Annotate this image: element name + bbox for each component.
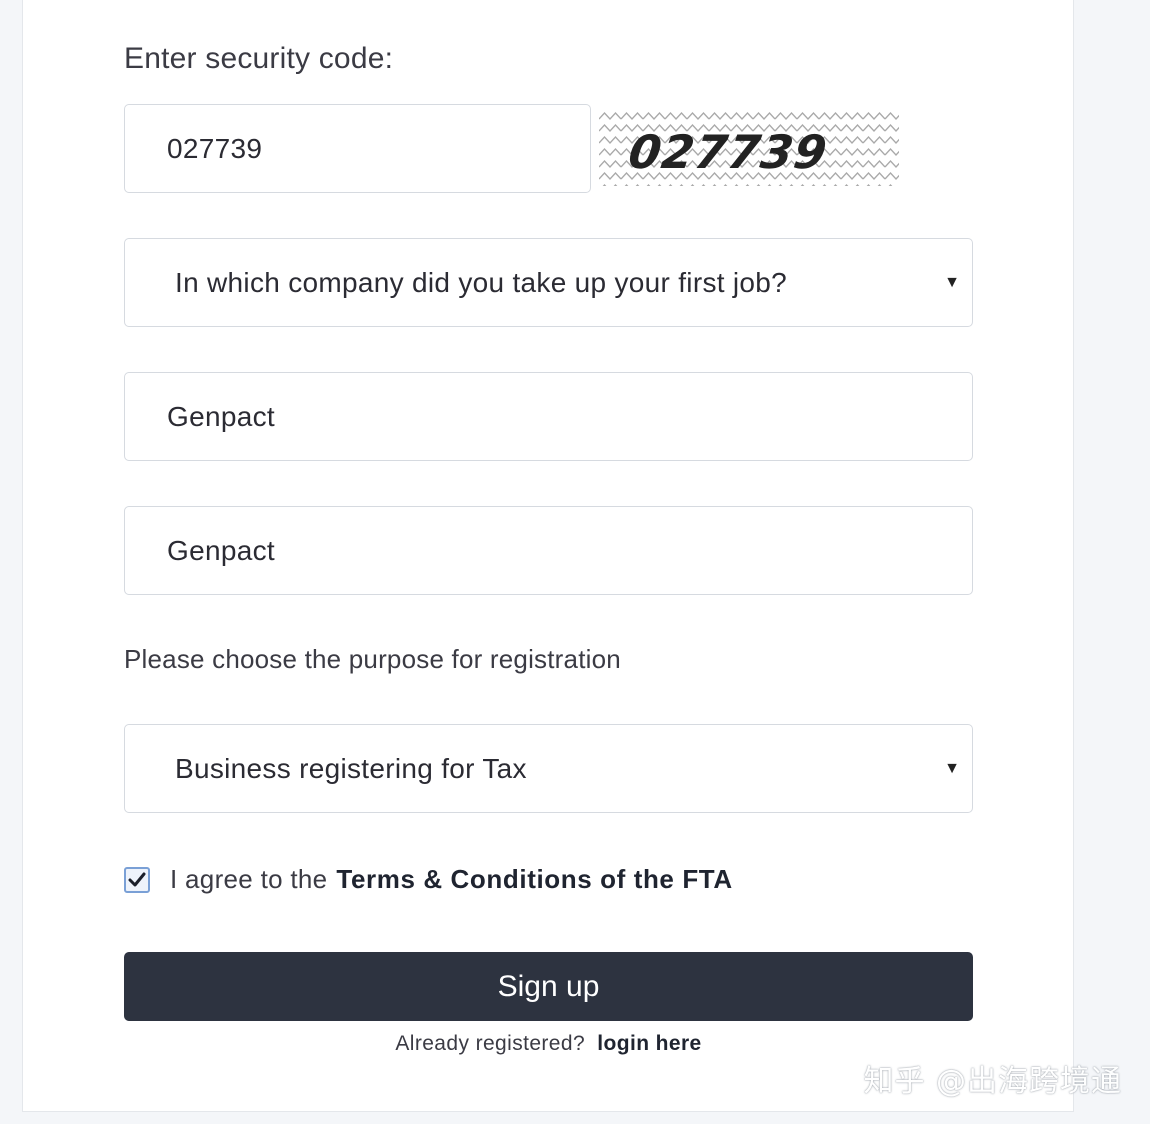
terms-conditions-link[interactable]: Terms & Conditions of the FTA — [336, 864, 732, 895]
sign-up-button[interactable]: Sign up — [124, 952, 973, 1021]
purpose-select[interactable]: Business registering for Tax ▼ — [124, 724, 973, 813]
security-answer-input[interactable]: Genpact — [124, 372, 973, 461]
checkmark-icon — [128, 872, 146, 887]
security-code-input[interactable]: 027739 — [124, 104, 591, 193]
login-here-link[interactable]: login here — [597, 1032, 701, 1055]
security-code-value: 027739 — [167, 132, 263, 164]
login-prompt: Already registered? login here — [0, 1032, 1097, 1056]
caret-down-icon: ▼ — [944, 759, 960, 777]
captcha-image: 027739 — [599, 110, 899, 186]
caret-down-icon: ▼ — [944, 273, 960, 291]
terms-agree-text: I agree to the — [170, 863, 328, 894]
security-question-value: In which company did you take up your fi… — [175, 266, 788, 298]
security-answer-confirm-value: Genpact — [167, 534, 275, 566]
purpose-value: Business registering for Tax — [175, 752, 527, 784]
captcha-text: 027739 — [625, 125, 831, 179]
purpose-label: Please choose the purpose for registrati… — [124, 644, 621, 674]
already-registered-text: Already registered? — [395, 1032, 586, 1055]
security-question-select[interactable]: In which company did you take up your fi… — [124, 238, 973, 327]
security-answer-confirm-input[interactable]: Genpact — [124, 506, 973, 595]
security-code-label: Enter security code: — [124, 42, 394, 75]
terms-agreement-row: I agree to the Terms & Conditions of the… — [124, 862, 733, 896]
watermark: 知乎 @出海跨境通 — [863, 1064, 1122, 1099]
terms-checkbox[interactable] — [124, 867, 150, 893]
security-answer-value: Genpact — [167, 400, 275, 432]
